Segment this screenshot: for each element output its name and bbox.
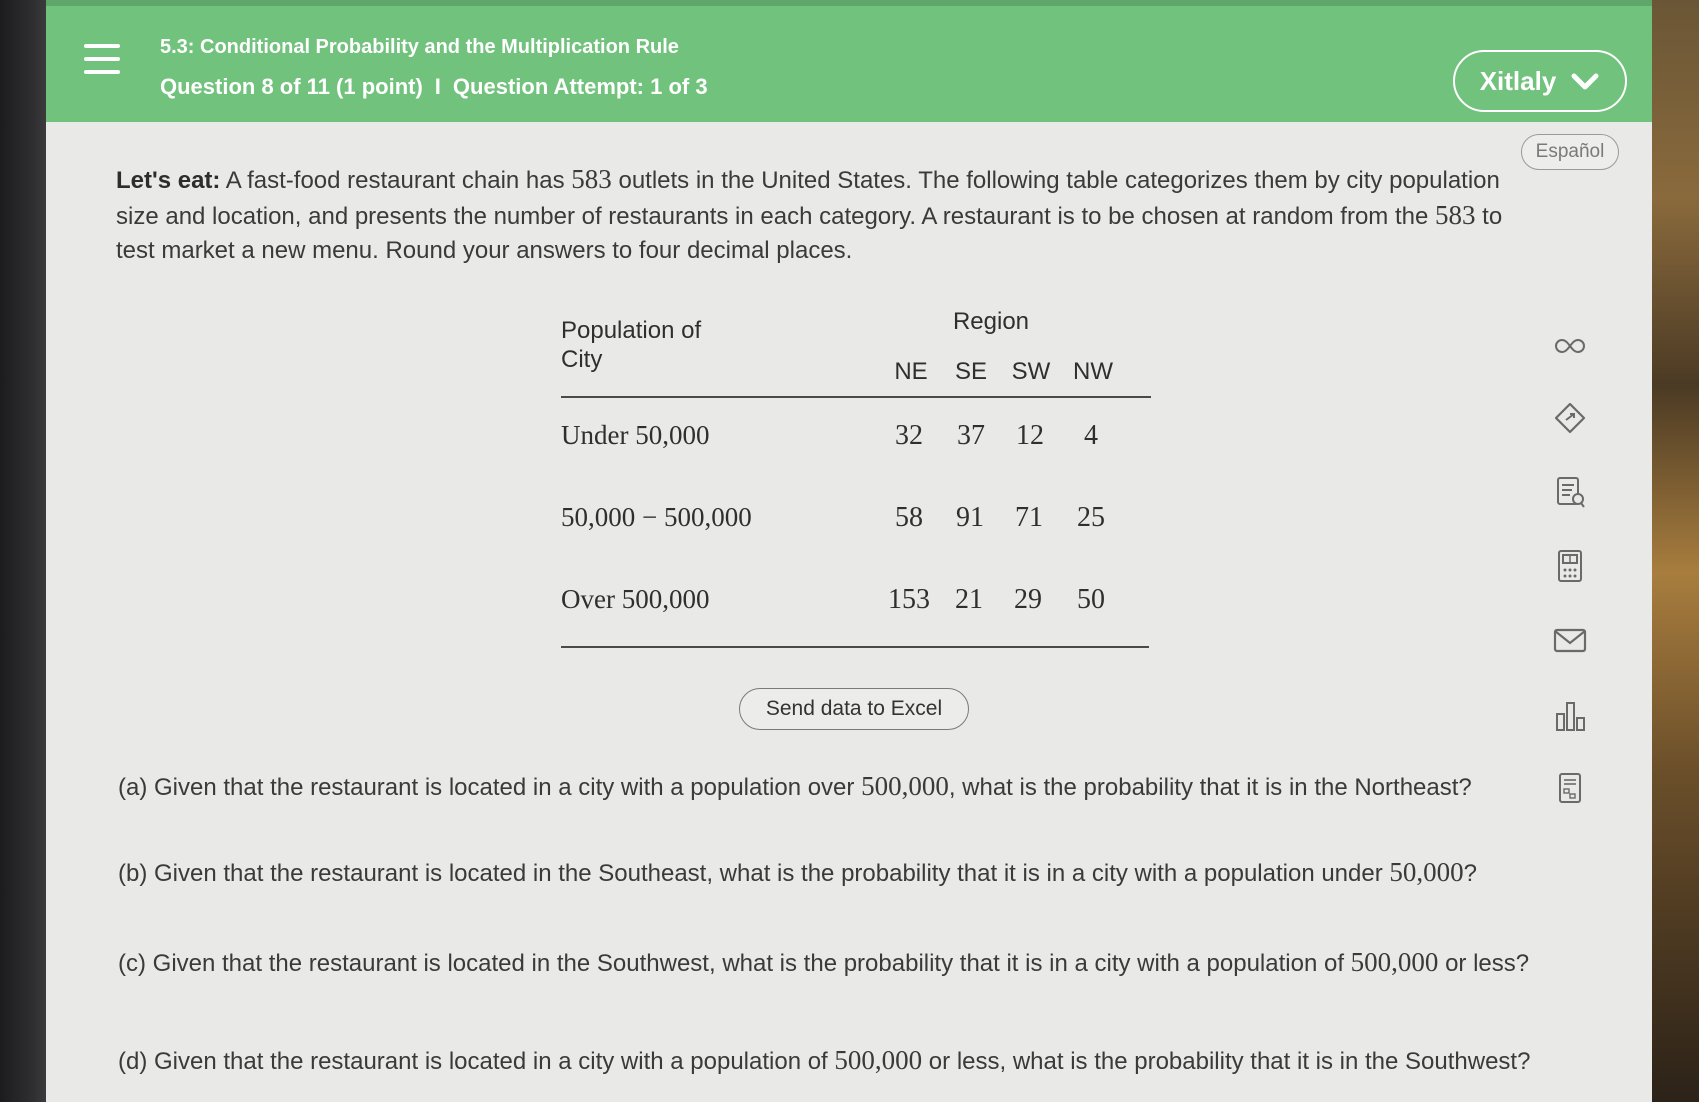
- question-status: Question 8 of 11 (1 point) I Question Atte…: [160, 74, 708, 100]
- question-b: (b) Given that the restaurant is located…: [118, 856, 1618, 890]
- question-c: (c) Given that the restaurant is located…: [118, 946, 1618, 980]
- send-to-excel-button[interactable]: Send data to Excel: [739, 688, 969, 730]
- table-cell: 50: [1077, 584, 1105, 615]
- table-cell: 91: [956, 502, 984, 533]
- table-row-label: Over 500,000: [561, 584, 710, 614]
- attempt-info: Question Attempt: 1 of 3: [452, 74, 708, 99]
- intro-number-1: 583: [571, 164, 612, 194]
- problem-lead: Let's eat:: [116, 167, 221, 194]
- user-menu-button[interactable]: Xitlaly: [1453, 50, 1627, 112]
- question-a-number: 500,000: [861, 771, 949, 801]
- question-a: (a) Given that the restaurant is located…: [118, 770, 1618, 804]
- question-d-text-end: or less, what is the probability that it…: [922, 1048, 1531, 1075]
- question-b-text: (b) Given that the restaurant is located…: [118, 860, 1390, 887]
- top-bar: 5.3: Conditional Probability and the Mul…: [46, 0, 1652, 122]
- region-header: Region: [952, 308, 1030, 335]
- table-cell: 32: [895, 420, 923, 451]
- question-b-text-end: ?: [1463, 860, 1477, 887]
- table-row-label: Under 50,000: [561, 420, 710, 450]
- question-c-text: (c) Given that the restaurant is located…: [118, 950, 1351, 977]
- intro-number-2: 583: [1434, 200, 1476, 230]
- table-top-rule: [561, 396, 1151, 398]
- question-d-text: (d) Given that the restaurant is located…: [118, 1048, 835, 1075]
- question-info: Question 8 of 11 (1 point): [160, 74, 423, 99]
- table-cell: 71: [1015, 502, 1043, 533]
- bar-chart-icon[interactable]: [1544, 690, 1596, 742]
- table-cell: 4: [1084, 420, 1098, 451]
- monitor-bezel-left: [0, 0, 46, 1102]
- column-header: NE: [894, 358, 928, 385]
- question-b-number: 50,000: [1389, 857, 1464, 887]
- table-cell: 29: [1014, 584, 1042, 615]
- calculator-icon[interactable]: [1544, 540, 1596, 592]
- intro-text-1: A fast-food restaurant chain has: [220, 167, 572, 194]
- table-cell: 153: [888, 584, 930, 615]
- table-bottom-rule: [561, 646, 1149, 648]
- question-d: (d) Given that the restaurant is located…: [118, 1044, 1618, 1078]
- row-header: Population of City: [561, 317, 702, 373]
- table-cell: 21: [955, 584, 983, 615]
- chevron-down-icon: [1571, 73, 1599, 90]
- user-name: Xitlaly: [1479, 65, 1557, 96]
- table-cell: 37: [957, 420, 985, 451]
- column-header: SE: [954, 358, 987, 385]
- question-c-number: 500,000: [1350, 947, 1439, 977]
- problem-statement: Let's eat: A fast-food restaurant chain …: [116, 162, 1536, 268]
- hamburger-menu-icon[interactable]: [84, 44, 124, 80]
- infinity-icon[interactable]: [1544, 320, 1596, 372]
- question-d-number: 500,000: [834, 1045, 923, 1075]
- table-cell: 25: [1077, 502, 1105, 533]
- data-table: Population of City Region NE SE SW NW Un…: [561, 302, 1156, 652]
- question-c-text-end: or less?: [1438, 950, 1530, 977]
- question-a-text-end: , what is the probability that it is in …: [948, 774, 1472, 801]
- notes-icon[interactable]: [1544, 466, 1596, 518]
- section-title: 5.3: Conditional Probability and the Mul…: [160, 36, 679, 58]
- table-cell: 12: [1016, 420, 1044, 451]
- table-row-label: 50,000 − 500,000: [561, 502, 752, 532]
- app-screen: 5.3: Conditional Probability and the Mul…: [46, 0, 1652, 1102]
- tag-icon[interactable]: [1544, 392, 1596, 444]
- question-a-text: (a) Given that the restaurant is located…: [118, 774, 862, 801]
- column-header: NW: [1073, 358, 1113, 385]
- status-separator: I: [434, 74, 441, 99]
- column-header: SW: [1011, 358, 1051, 385]
- mail-icon[interactable]: [1544, 614, 1596, 666]
- background-scene-right: [1652, 0, 1699, 1102]
- table-cell: 58: [895, 502, 923, 533]
